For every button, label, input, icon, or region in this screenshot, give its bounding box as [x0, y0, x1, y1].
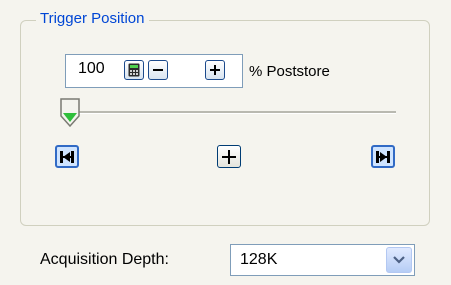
goto-end-button[interactable] — [371, 145, 395, 168]
center-crosshair-icon — [222, 149, 236, 164]
acquisition-depth-dropdown-button[interactable] — [386, 247, 412, 273]
center-trigger-button[interactable] — [217, 145, 241, 168]
skip-to-end-icon — [376, 150, 390, 163]
trigger-settings-panel: Trigger Position 100 % Poststore Acquisi… — [0, 0, 451, 285]
chevron-down-icon — [393, 256, 405, 264]
trigger-position-group — [20, 20, 430, 226]
plus-icon — [210, 65, 220, 75]
increment-button[interactable] — [205, 60, 225, 80]
acquisition-depth-value[interactable]: 128K — [240, 251, 277, 269]
goto-start-button[interactable] — [55, 145, 79, 168]
minus-icon — [153, 69, 163, 71]
trigger-slider-track[interactable] — [66, 111, 396, 114]
trigger-position-title: Trigger Position — [36, 10, 149, 28]
trigger-value[interactable]: 100 — [78, 60, 105, 78]
calculator-icon — [128, 63, 140, 77]
calculator-button[interactable] — [124, 60, 144, 80]
decrement-button[interactable] — [148, 60, 168, 80]
acquisition-depth-label: Acquisition Depth: — [40, 251, 169, 268]
skip-to-start-icon — [60, 150, 74, 163]
poststore-label: % Poststore — [249, 63, 330, 80]
trigger-slider-thumb[interactable] — [59, 98, 81, 128]
